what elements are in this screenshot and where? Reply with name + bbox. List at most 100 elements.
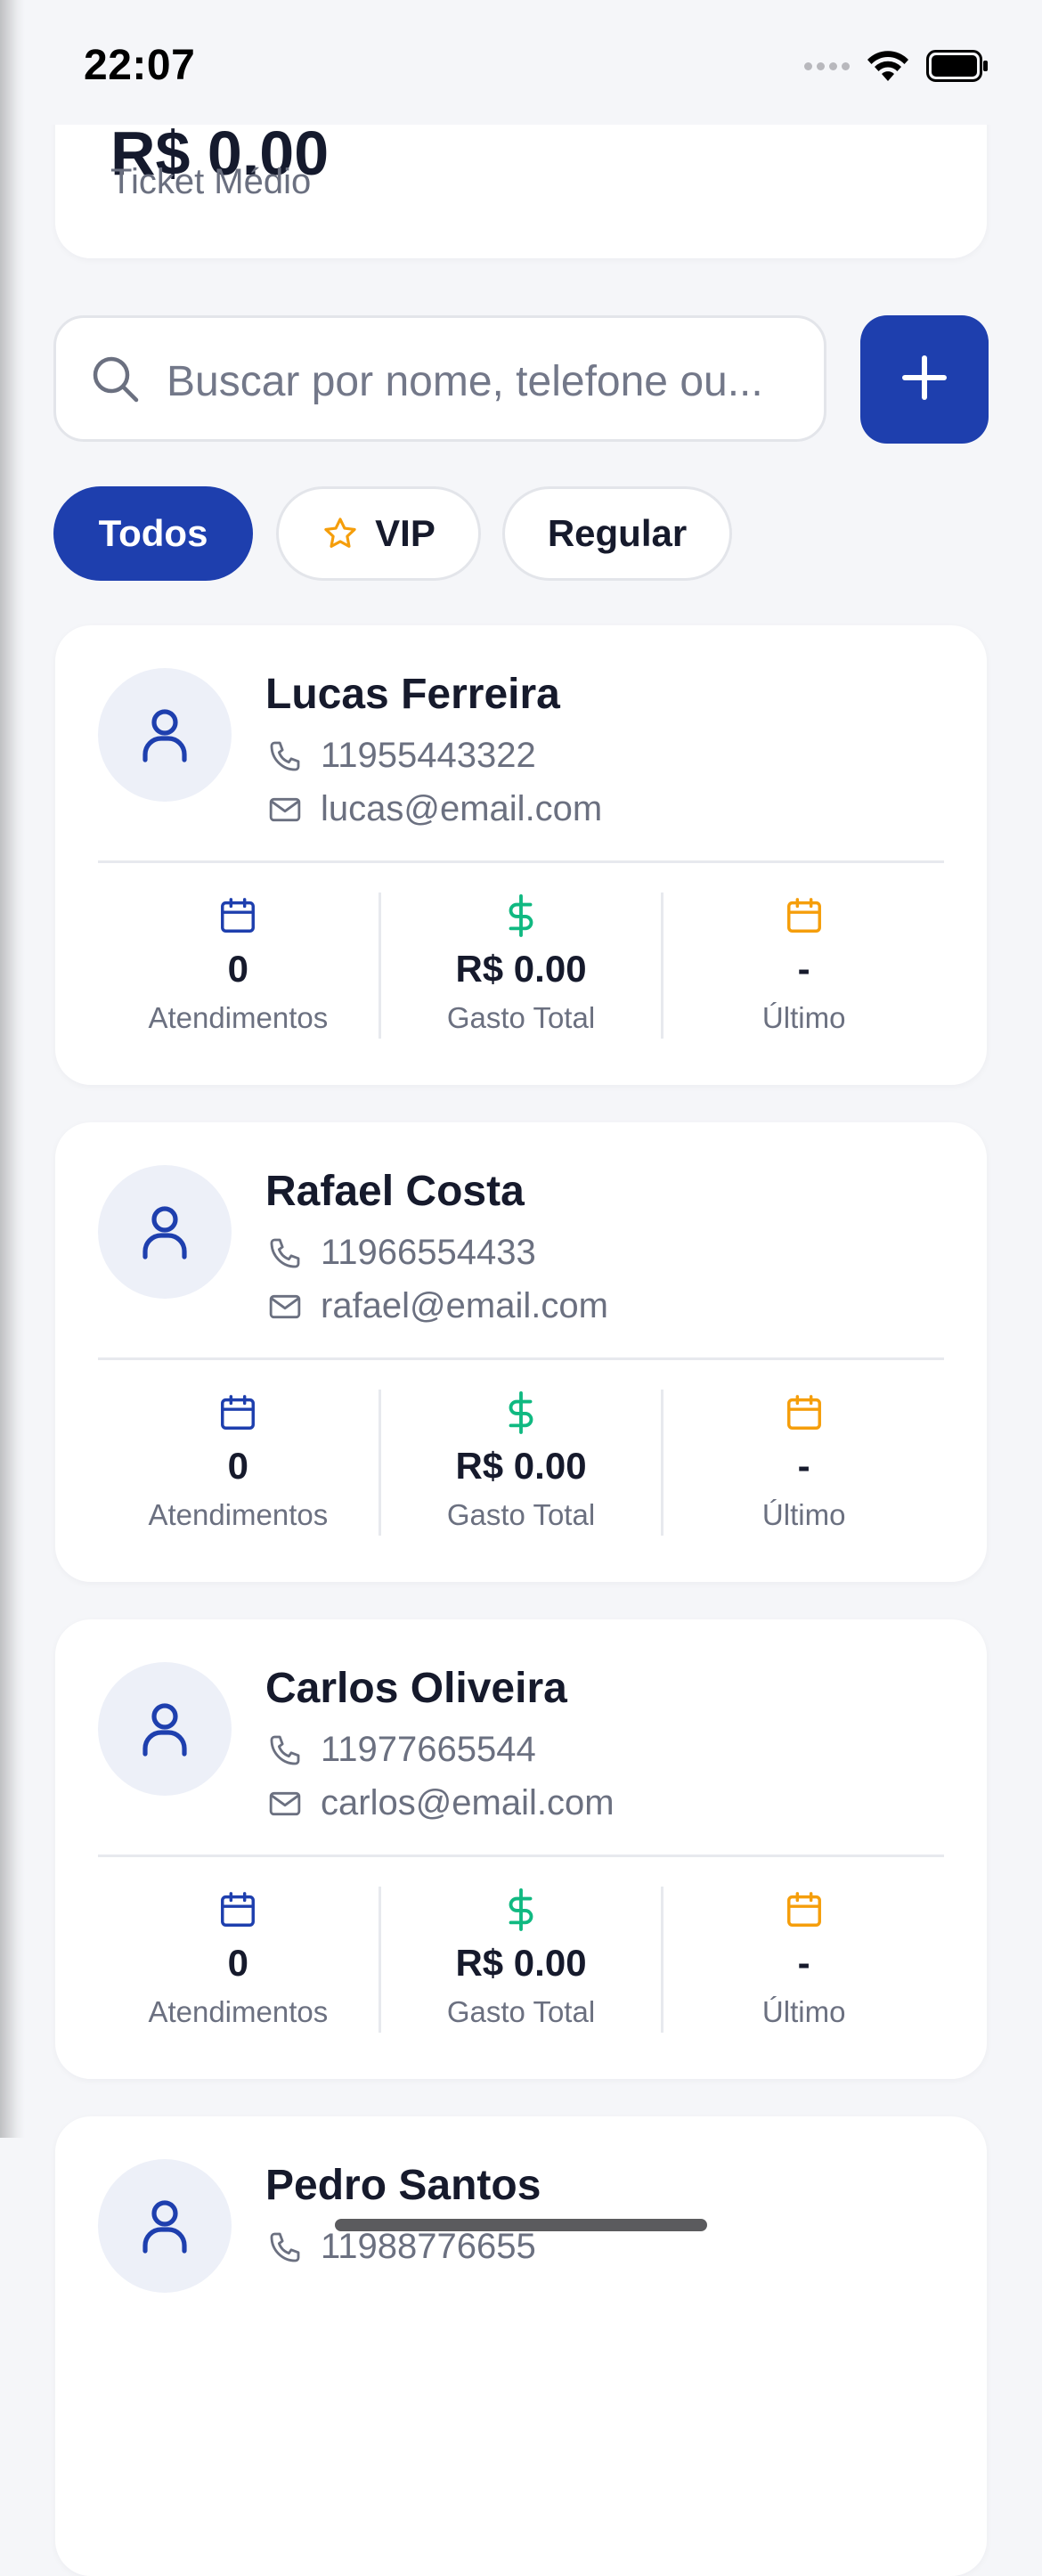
stat-label: Último	[761, 1001, 846, 1034]
filter-chip-label: Todos	[98, 512, 208, 554]
avatar	[98, 1662, 232, 1796]
client-phone: 11966554433	[321, 1233, 536, 1272]
user-icon	[142, 2200, 187, 2254]
calendar-icon	[784, 893, 825, 939]
stat-label: Último	[761, 1498, 846, 1531]
stat-value: -	[797, 1942, 810, 1984]
client-phone-row: 11988776655	[265, 2227, 536, 2267]
stat-label: Gasto Total	[446, 1001, 596, 1034]
plus-icon	[900, 353, 949, 407]
client-email: carlos@email.com	[321, 1783, 615, 1822]
status-time: 22:07	[84, 42, 196, 89]
ticket-medio-label: Ticket Médio	[110, 162, 312, 201]
calendar-icon	[784, 1390, 825, 1436]
client-card[interactable]: Carlos Oliveira 11977665544 carlos@email…	[55, 1619, 987, 2079]
client-card[interactable]: Lucas Ferreira 11955443322 lucas@email.c…	[55, 625, 987, 1085]
card-divider	[98, 860, 944, 863]
stat-value: 0	[227, 1942, 249, 1984]
stat-ultimo: - Último	[661, 893, 944, 1039]
card-divider	[98, 1357, 944, 1360]
client-stats: 0 Atendimentos R$ 0.00 Gasto Total - Últ…	[98, 1887, 944, 2033]
drawer-edge-shadow	[0, 0, 25, 2138]
client-phone-row: 11966554433	[265, 1233, 536, 1273]
calendar-icon	[217, 893, 258, 939]
stat-label: Último	[761, 1995, 846, 2028]
client-email-row: rafael@email.com	[265, 1286, 608, 1326]
client-email: rafael@email.com	[321, 1286, 608, 1325]
calendar-icon	[784, 1887, 825, 1933]
stat-value: R$ 0.00	[455, 1942, 587, 1984]
stat-atendimentos: 0 Atendimentos	[98, 1887, 379, 2033]
dollar-icon	[501, 893, 541, 939]
stat-gasto-total: R$ 0.00 Gasto Total	[378, 893, 662, 1039]
user-icon	[142, 709, 187, 762]
user-icon	[142, 1206, 187, 1259]
client-stats: 0 Atendimentos R$ 0.00 Gasto Total - Últ…	[98, 893, 944, 1039]
stat-atendimentos: 0 Atendimentos	[98, 1390, 379, 1536]
status-bar: 22:07	[0, 0, 1042, 125]
filter-chip-label: Regular	[547, 512, 688, 554]
card-divider	[98, 1855, 944, 1857]
stat-ultimo: - Último	[661, 1887, 944, 2033]
stat-value: R$ 0.00	[455, 948, 587, 990]
filter-chip-label: VIP	[375, 512, 436, 554]
client-card[interactable]: Rafael Costa 11966554433 rafael@email.co…	[55, 1122, 987, 1582]
filter-chip-regular[interactable]: Regular	[502, 486, 732, 581]
home-indicator	[335, 2219, 707, 2231]
stat-label: Atendimentos	[148, 1001, 329, 1034]
mail-icon	[265, 1287, 305, 1326]
phone-icon	[265, 737, 305, 776]
client-email: lucas@email.com	[321, 789, 603, 828]
search-icon	[90, 354, 142, 410]
client-phone: 11955443322	[321, 736, 536, 775]
battery-icon	[926, 50, 989, 82]
search-input[interactable]	[165, 345, 810, 418]
client-email-row: lucas@email.com	[265, 789, 602, 829]
stat-ultimo: - Último	[661, 1390, 944, 1536]
dollar-icon	[501, 1887, 541, 1933]
stat-value: R$ 0.00	[455, 1445, 587, 1487]
stat-label: Gasto Total	[446, 1498, 596, 1531]
add-client-button[interactable]	[860, 315, 989, 444]
client-email-row: carlos@email.com	[265, 1783, 615, 1823]
client-card[interactable]: Pedro Santos 11988776655	[55, 2116, 987, 2576]
mail-icon	[265, 1784, 305, 1823]
stat-label: Atendimentos	[148, 1995, 329, 2028]
stat-label: Atendimentos	[148, 1498, 329, 1531]
client-name: Pedro Santos	[265, 2162, 541, 2209]
stat-value: 0	[227, 948, 249, 990]
avatar	[98, 1165, 232, 1299]
calendar-icon	[217, 1887, 258, 1933]
client-phone: 11988776655	[321, 2227, 536, 2266]
client-name: Carlos Oliveira	[265, 1665, 567, 1712]
avatar	[98, 668, 232, 802]
stat-atendimentos: 0 Atendimentos	[98, 893, 379, 1039]
phone-icon	[265, 1234, 305, 1273]
calendar-icon	[217, 1390, 258, 1436]
client-name: Rafael Costa	[265, 1168, 525, 1215]
status-icons	[804, 46, 989, 86]
user-icon	[142, 1703, 187, 1757]
cellular-signal-icon	[804, 61, 850, 70]
stat-gasto-total: R$ 0.00 Gasto Total	[378, 1390, 662, 1536]
avatar	[98, 2159, 232, 2293]
phone-icon	[265, 1731, 305, 1770]
client-phone: 11977665544	[321, 1730, 536, 1769]
search-box[interactable]	[53, 315, 826, 442]
client-phone-row: 11955443322	[265, 736, 536, 776]
stat-gasto-total: R$ 0.00 Gasto Total	[378, 1887, 662, 2033]
client-phone-row: 11977665544	[265, 1730, 536, 1770]
wifi-icon	[866, 49, 910, 83]
stat-value: -	[797, 948, 810, 990]
phone-icon	[265, 2228, 305, 2267]
client-name: Lucas Ferreira	[265, 671, 560, 718]
stat-value: -	[797, 1445, 810, 1487]
stat-value: 0	[227, 1445, 249, 1487]
client-stats: 0 Atendimentos R$ 0.00 Gasto Total - Últ…	[98, 1390, 944, 1536]
filter-chip-todos[interactable]: Todos	[53, 486, 253, 581]
filter-chip-vip[interactable]: VIP	[276, 486, 481, 581]
mail-icon	[265, 790, 305, 829]
dollar-icon	[501, 1390, 541, 1436]
star-icon	[322, 515, 359, 552]
stat-label: Gasto Total	[446, 1995, 596, 2028]
